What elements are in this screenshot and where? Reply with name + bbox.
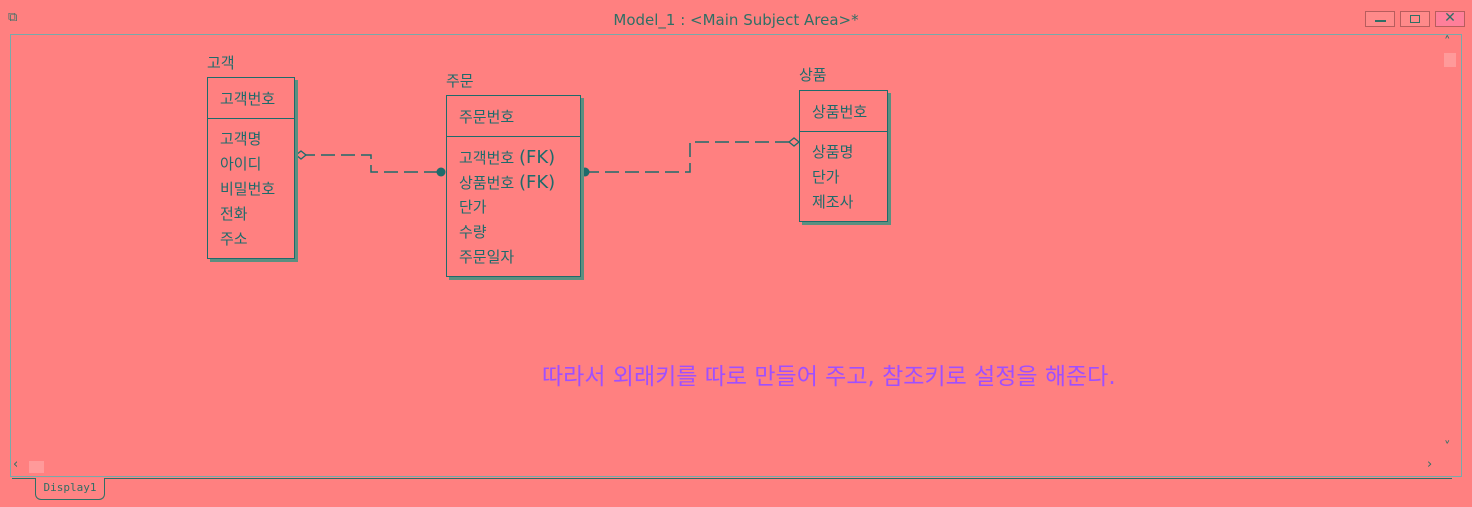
- chevron-left-icon[interactable]: ‹: [13, 457, 18, 472]
- entity-customer-pk: 고객번호: [208, 78, 294, 119]
- attribute: 아이디: [220, 155, 262, 173]
- relationship-customer-order: [301, 154, 441, 173]
- many-dot-icon: [580, 167, 590, 177]
- entity-product-title: 상품: [799, 66, 827, 84]
- entity-order-pk: 주문번호: [447, 96, 580, 137]
- attribute-name: 상품번호: [459, 174, 515, 192]
- attribute: 수량: [459, 223, 487, 241]
- vertical-scrollbar[interactable]: ˄ ˅: [1442, 35, 1460, 460]
- title-bar[interactable]: ⧉ Model_1 : <Main Subject Area>* ✕: [0, 0, 1472, 34]
- minimize-button[interactable]: [1365, 11, 1395, 27]
- close-button[interactable]: ✕: [1435, 10, 1465, 27]
- many-dot-icon: [436, 167, 446, 177]
- entity-product-pk: 상품번호: [800, 91, 887, 132]
- attribute: 제조사: [812, 193, 854, 211]
- entity-product-attributes: 상품명 단가 제조사: [800, 132, 887, 219]
- entity-order-title: 주문: [446, 72, 474, 90]
- fk-marker: (FK): [518, 147, 556, 168]
- attribute: 주소: [220, 230, 248, 248]
- entity-customer-title: 고객: [207, 54, 235, 72]
- zero-or-one-icon: [787, 137, 801, 147]
- fk-marker: (FK): [518, 172, 556, 193]
- window-title: Model_1 : <Main Subject Area>*: [613, 11, 859, 29]
- diagram-canvas[interactable]: 고객 고객번호 고객명 아이디 비밀번호 전화 주소 주문 주문번호 고객번호 …: [10, 34, 1462, 477]
- chevron-down-icon[interactable]: ˅: [1444, 440, 1451, 455]
- attribute: 고객명: [220, 130, 262, 148]
- relationship-product-order: [585, 141, 791, 173]
- close-icon: ✕: [1444, 10, 1456, 26]
- entity-order[interactable]: 주문번호 고객번호 (FK) 상품번호 (FK) 단가 수량 주문일자: [446, 95, 581, 277]
- maximize-button[interactable]: [1400, 11, 1430, 27]
- annotation-note: 따라서 외래키를 따로 만들어 주고, 참조키로 설정을 해준다.: [542, 364, 1116, 390]
- zero-or-one-icon: [294, 150, 308, 160]
- horizontal-scroll-thumb[interactable]: [29, 461, 44, 473]
- attribute: 고객번호 (FK): [459, 145, 568, 170]
- attribute: 비밀번호: [220, 180, 276, 198]
- attribute: 상품번호 (FK): [459, 170, 568, 195]
- entity-customer-attributes: 고객명 아이디 비밀번호 전화 주소: [208, 119, 294, 256]
- attribute: 주문일자: [459, 248, 515, 266]
- attribute: 단가: [459, 198, 487, 216]
- vertical-scroll-thumb[interactable]: [1444, 53, 1456, 67]
- chevron-up-icon[interactable]: ˄: [1444, 35, 1451, 50]
- attribute: 전화: [220, 205, 248, 223]
- maximize-icon: [1410, 15, 1420, 23]
- attribute: 단가: [812, 168, 840, 186]
- display-tabs: Display1: [12, 476, 1452, 504]
- attribute-name: 고객번호: [459, 149, 515, 167]
- entity-order-attributes: 고객번호 (FK) 상품번호 (FK) 단가 수량 주문일자: [447, 137, 580, 274]
- tab-display1[interactable]: Display1: [35, 478, 105, 500]
- entity-product[interactable]: 상품번호 상품명 단가 제조사: [799, 90, 888, 222]
- attribute: 상품명: [812, 143, 854, 161]
- horizontal-scrollbar[interactable]: ‹ ›: [11, 457, 1443, 475]
- chevron-right-icon[interactable]: ›: [1427, 457, 1432, 472]
- tab-divider: [12, 478, 1452, 479]
- entity-customer[interactable]: 고객번호 고객명 아이디 비밀번호 전화 주소: [207, 77, 295, 259]
- minimize-icon: [1375, 20, 1386, 22]
- model-window: ⧉ Model_1 : <Main Subject Area>* ✕ 고객 고객…: [0, 0, 1472, 507]
